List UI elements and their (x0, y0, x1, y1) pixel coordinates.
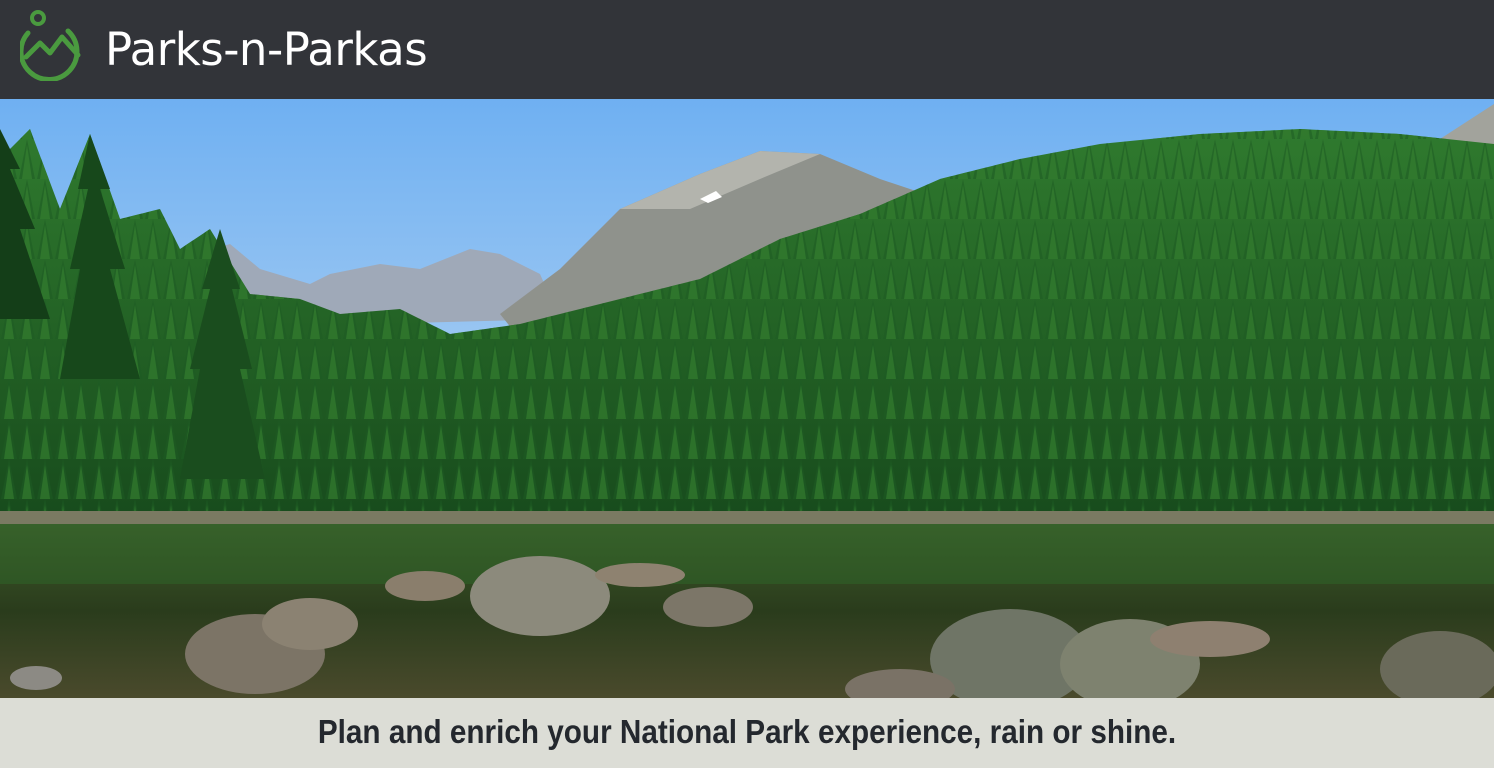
tagline-text: Plan and enrich your National Park exper… (317, 713, 1177, 750)
site-header: Parks-n-Parkas (0, 0, 1494, 99)
tagline-bar: Plan and enrich your National Park exper… (0, 698, 1494, 768)
hero-image (0, 99, 1494, 698)
mountain-person-logo-icon[interactable] (20, 9, 84, 81)
brand-name[interactable]: Parks-n-Parkas (105, 22, 428, 78)
alpine-lake-forest-photo (0, 99, 1494, 698)
